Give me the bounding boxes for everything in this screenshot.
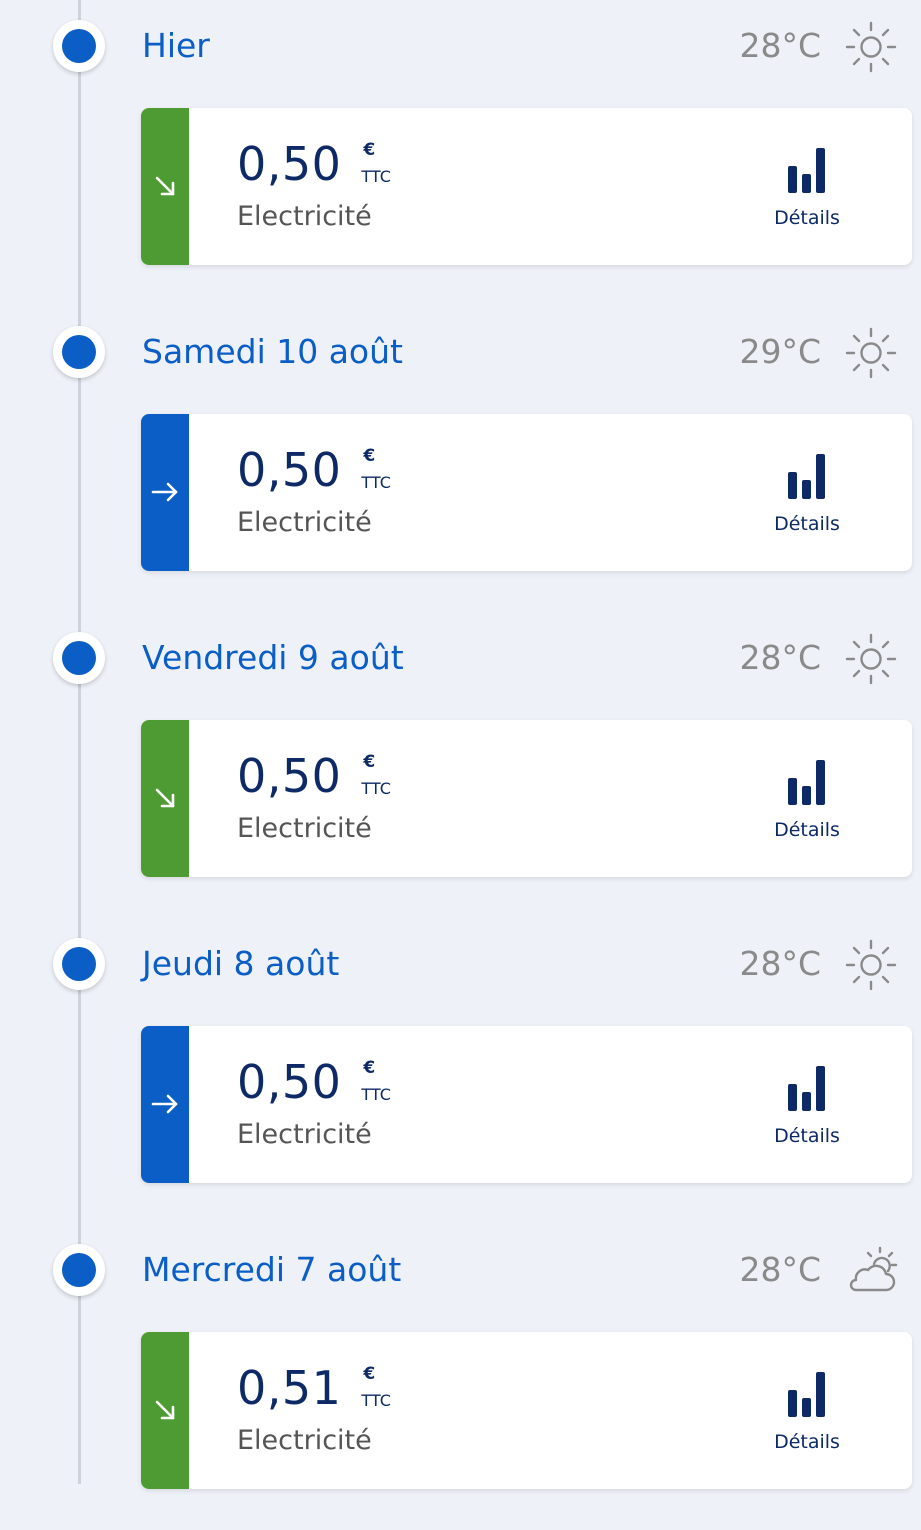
energy-type: Electricité (237, 813, 372, 844)
details-label: Détails (774, 819, 840, 841)
details-button[interactable]: Détails (763, 758, 851, 848)
day-temperature: 29°C (739, 332, 821, 371)
day-temperature: 28°C (739, 944, 821, 983)
timeline-dot (53, 938, 105, 990)
energy-type: Electricité (237, 507, 372, 538)
timeline-dot (53, 326, 105, 378)
day-section: Samedi 10 août 29°C 0,50 € TTC Electricité Dét… (0, 306, 921, 612)
timeline-dot (53, 1244, 105, 1296)
day-temperature: 28°C (739, 26, 821, 65)
cloud-sun-icon (844, 1244, 898, 1298)
currency-symbol: € (363, 752, 376, 772)
consumption-amount: 0,50 (237, 443, 342, 497)
trend-indicator (141, 1026, 189, 1183)
day-section: Mercredi 7 août 28°C 0,51 € TTC Electricité Dé… (0, 1224, 921, 1530)
timeline-dot (53, 20, 105, 72)
energy-type: Electricité (237, 1119, 372, 1150)
day-date: Hier (142, 26, 210, 65)
tax-label: TTC (361, 1391, 391, 1410)
consumption-amount: 0,50 (237, 749, 342, 803)
day-section: Jeudi 8 août 28°C 0,50 € TTC Electricité Détai… (0, 918, 921, 1224)
sun-icon (844, 20, 898, 74)
currency-symbol: € (363, 446, 376, 466)
tax-label: TTC (361, 473, 391, 492)
currency-symbol: € (363, 1058, 376, 1078)
sun-icon (844, 938, 898, 992)
consumption-card[interactable]: 0,50 € TTC Electricité Détails (141, 720, 912, 877)
details-button[interactable]: Détails (763, 1064, 851, 1154)
trend-indicator (141, 108, 189, 265)
day-date: Jeudi 8 août (142, 944, 340, 983)
consumption-amount: 0,51 (237, 1361, 342, 1415)
details-button[interactable]: Détails (763, 146, 851, 236)
energy-type: Electricité (237, 201, 372, 232)
tax-label: TTC (361, 167, 391, 186)
day-date: Mercredi 7 août (142, 1250, 402, 1289)
consumption-card[interactable]: 0,50 € TTC Electricité Détails (141, 1026, 912, 1183)
trend-indicator (141, 414, 189, 571)
details-label: Détails (774, 1431, 840, 1453)
day-date: Samedi 10 août (142, 332, 403, 371)
details-label: Détails (774, 513, 840, 535)
day-temperature: 28°C (739, 638, 821, 677)
consumption-amount: 0,50 (237, 137, 342, 191)
details-label: Détails (774, 1125, 840, 1147)
day-section: Vendredi 9 août 28°C 0,50 € TTC Electricité Dé… (0, 612, 921, 918)
sun-icon (844, 632, 898, 686)
consumption-card[interactable]: 0,50 € TTC Electricité Détails (141, 414, 912, 571)
trend-indicator (141, 720, 189, 877)
trend-indicator (141, 1332, 189, 1489)
currency-symbol: € (363, 140, 376, 160)
day-date: Vendredi 9 août (142, 638, 404, 677)
sun-icon (844, 326, 898, 380)
tax-label: TTC (361, 1085, 391, 1104)
day-temperature: 28°C (739, 1250, 821, 1289)
consumption-card[interactable]: 0,50 € TTC Electricité Détails (141, 108, 912, 265)
details-button[interactable]: Détails (763, 452, 851, 542)
consumption-card[interactable]: 0,51 € TTC Electricité Détails (141, 1332, 912, 1489)
details-button[interactable]: Détails (763, 1370, 851, 1460)
day-section: Hier 28°C 0,50 € TTC Electricité Détails (0, 0, 921, 306)
consumption-amount: 0,50 (237, 1055, 342, 1109)
tax-label: TTC (361, 779, 391, 798)
timeline-dot (53, 632, 105, 684)
energy-type: Electricité (237, 1425, 372, 1456)
details-label: Détails (774, 207, 840, 229)
currency-symbol: € (363, 1364, 376, 1384)
